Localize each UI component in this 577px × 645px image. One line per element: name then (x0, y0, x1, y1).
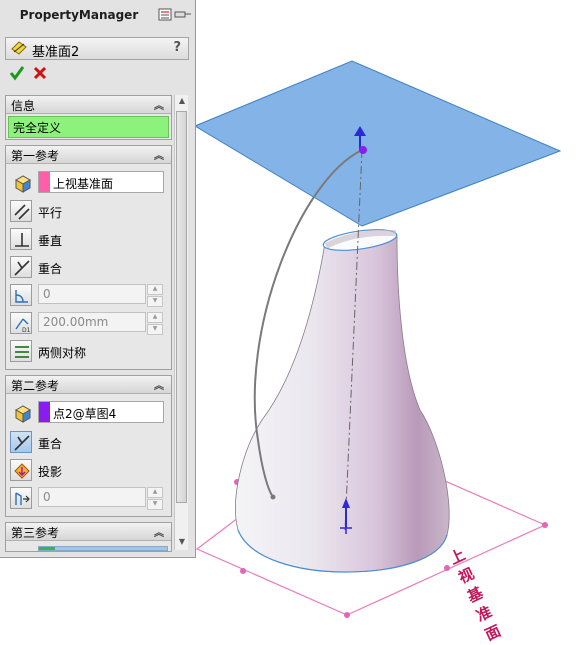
offset-distance-input[interactable]: 200.00mm (38, 312, 146, 332)
symmetric-icon (15, 346, 29, 358)
offset-option: D1 200.00mm ▲ ▼ (10, 312, 168, 336)
new-datum-plane[interactable] (193, 60, 562, 227)
cancel-x-icon[interactable] (32, 65, 48, 81)
property-manager: PropertyManager 基准面2 ? 信息 ︽ 完全定义 第一参考 ︽ … (0, 0, 196, 558)
parallel-button[interactable] (10, 200, 32, 222)
second-reference-value: 点2@草图4 (53, 407, 117, 421)
coincident-icon (14, 435, 30, 451)
perpendicular-label: 垂直 (38, 234, 63, 248)
status-message: 完全定义 (8, 116, 169, 138)
flip-offset-icon (15, 492, 30, 505)
first-reference-field[interactable]: 上视基准面 (38, 171, 164, 193)
parallel-option[interactable]: 平行 (10, 200, 168, 224)
collapse-chevron-icon[interactable]: ︽ (154, 524, 164, 539)
second-reference-header[interactable]: 第二参考 ︽ (6, 376, 171, 394)
reference-cube-icon (14, 405, 32, 423)
third-reference-group: 第三参考 ︽ (5, 522, 172, 552)
parallel-icon (14, 204, 30, 220)
info-group-title: 信息 (11, 99, 36, 113)
offset-distance-icon: D1 (15, 318, 31, 333)
reference-color-swatch (39, 172, 50, 192)
second-reference-field[interactable]: 点2@草图4 (38, 401, 164, 423)
angle-button[interactable] (10, 284, 32, 306)
second-reference-group: 第二参考 ︽ 点2@草图4 重合 投影 0 ▲ ▼ (5, 375, 172, 517)
second-coincident-label: 重合 (38, 437, 63, 451)
help-button[interactable]: ? (173, 40, 181, 55)
project-icon (14, 463, 30, 479)
panel-pin-icon[interactable] (157, 8, 193, 22)
project-option[interactable]: 投影 (10, 459, 168, 483)
scroll-up-arrow[interactable]: ▲ (177, 96, 187, 108)
coincident-option[interactable]: 重合 (10, 256, 168, 280)
project-label: 投影 (38, 465, 63, 479)
angle-icon (15, 290, 28, 303)
symmetric-label: 两侧对称 (38, 346, 87, 360)
coincident-label: 重合 (38, 262, 63, 276)
first-reference-title: 第一参考 (11, 149, 60, 163)
third-reference-header[interactable]: 第三参考 ︽ (6, 523, 171, 541)
coincident-icon (14, 260, 30, 276)
second-coincident-button[interactable] (10, 431, 32, 453)
third-reference-title: 第三参考 (11, 526, 60, 540)
first-reference-value: 上视基准面 (53, 177, 114, 191)
second-value-spinner[interactable]: ▲ ▼ (147, 487, 163, 510)
reference-color-swatch (39, 402, 50, 422)
perpendicular-button[interactable] (10, 228, 32, 250)
panel-title: PropertyManager (19, 8, 139, 22)
offset-distance-button[interactable]: D1 (10, 312, 32, 334)
second-coincident-option[interactable]: 重合 (10, 431, 168, 455)
flip-offset-button[interactable] (10, 487, 32, 509)
collapse-chevron-icon[interactable]: ︽ (154, 97, 164, 112)
second-value-option: 0 ▲ ▼ (10, 487, 168, 511)
coincident-button[interactable] (10, 256, 32, 278)
datum-plane-icon (11, 41, 27, 55)
info-group-header[interactable]: 信息 ︽ (6, 96, 171, 114)
info-group: 信息 ︽ 完全定义 (5, 95, 172, 140)
angle-option: 0 ▲ ▼ (10, 284, 168, 308)
perpendicular-option[interactable]: 垂直 (10, 228, 168, 252)
first-reference-selection-row: 上视基准面 (10, 171, 168, 195)
second-reference-selection-row: 点2@草图4 (10, 401, 168, 425)
first-reference-header[interactable]: 第一参考 ︽ (6, 146, 171, 164)
third-reference-field[interactable] (38, 546, 168, 551)
reference-cube-icon (14, 175, 32, 193)
first-reference-group: 第一参考 ︽ 上视基准面 平行 垂直 重合 0 ▲ ▼ D1 200.00mm … (5, 145, 172, 370)
scroll-down-arrow[interactable]: ▼ (177, 537, 187, 549)
flask-body[interactable] (235, 235, 450, 573)
angle-spinner[interactable]: ▲ ▼ (147, 284, 163, 307)
project-button[interactable] (10, 459, 32, 481)
ok-check-icon[interactable] (9, 65, 25, 81)
second-reference-title: 第二参考 (11, 379, 60, 393)
second-value-input[interactable]: 0 (38, 487, 146, 507)
scrollbar-thumb[interactable] (176, 111, 187, 503)
collapse-chevron-icon[interactable]: ︽ (154, 377, 164, 392)
svg-text:D1: D1 (22, 327, 31, 333)
collapse-chevron-icon[interactable]: ︽ (154, 147, 164, 162)
perpendicular-icon (15, 233, 29, 247)
panel-scrollbar[interactable]: ▲ ▼ (174, 95, 188, 550)
feature-header: 基准面2 ? (5, 37, 189, 60)
symmetric-option[interactable]: 两侧对称 (10, 340, 168, 364)
offset-spinner[interactable]: ▲ ▼ (147, 312, 163, 335)
parallel-label: 平行 (38, 206, 63, 220)
angle-input[interactable]: 0 (38, 284, 146, 304)
symmetric-button[interactable] (10, 340, 32, 362)
feature-name: 基准面2 (32, 45, 80, 60)
